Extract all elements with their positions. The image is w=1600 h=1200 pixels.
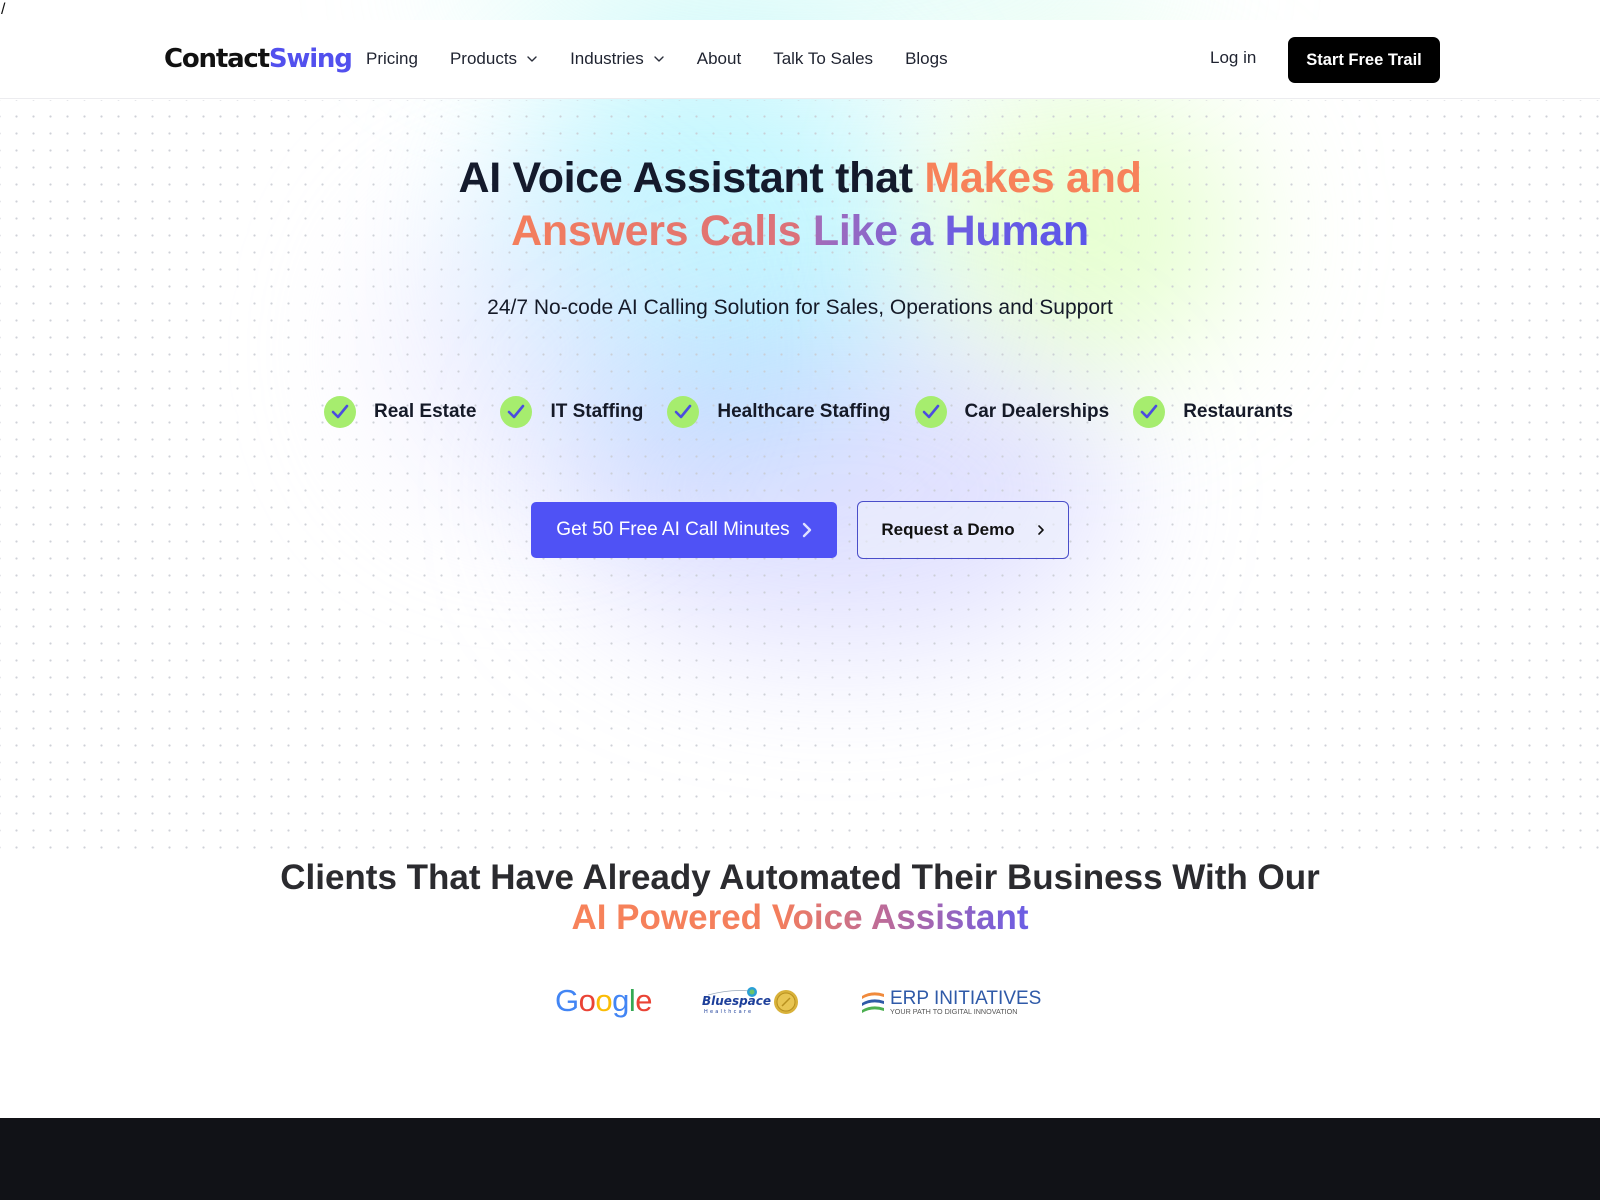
check-icon	[500, 396, 533, 428]
logo-letter: o	[595, 983, 613, 1018]
industry-item: Restaurants	[1133, 396, 1293, 428]
chevron-right-icon	[802, 522, 811, 538]
nav-label: Pricing	[366, 49, 418, 68]
login-link[interactable]: Log in	[1210, 48, 1256, 68]
button-label: Get 50 Free AI Call Minutes	[556, 519, 790, 540]
industries-list: Real Estate IT Staffing Healthcare Staff…	[324, 395, 1317, 429]
logo-part-contact: Contact	[164, 44, 270, 74]
dark-footer-section	[0, 1118, 1600, 1200]
industry-label: Restaurants	[1183, 401, 1294, 422]
main-nav: Pricing Products Industries About Talk T…	[366, 20, 980, 98]
nav-item-pricing[interactable]: Pricing	[366, 49, 418, 69]
industry-label: Car Dealerships	[964, 401, 1110, 422]
industry-label: Healthcare Staffing	[717, 401, 891, 422]
chevron-down-icon	[527, 56, 537, 62]
check-icon	[914, 396, 947, 428]
chevron-down-icon	[654, 56, 664, 62]
logo-part-swing: Swing	[268, 44, 353, 74]
check-icon	[667, 396, 700, 428]
site-header: ContactSwing Pricing Products Industries…	[0, 20, 1600, 99]
get-free-minutes-button[interactable]: Get 50 Free AI Call Minutes	[531, 502, 837, 558]
logo-letter: e	[635, 983, 653, 1018]
headline-part: AI Voice Assistant that	[458, 154, 925, 202]
nav-item-products[interactable]: Products	[450, 49, 538, 69]
client-logo-bluespace: Bluespace Healthcare	[700, 985, 802, 1019]
button-label: Request a Demo	[881, 520, 1015, 539]
start-free-trial-button[interactable]: Start Free Trail	[1288, 37, 1440, 83]
industry-label: IT Staffing	[550, 401, 644, 422]
request-demo-button[interactable]: Request a Demo	[857, 501, 1069, 559]
nav-item-blogs[interactable]: Blogs	[905, 49, 948, 69]
nav-item-industries[interactable]: Industries	[570, 49, 665, 69]
bluespace-logo-graphic: Bluespace Healthcare	[702, 987, 798, 1015]
contactswing-logo[interactable]: ContactSwing	[164, 44, 353, 74]
bluespace-subtext: Healthcare	[704, 1009, 753, 1015]
industry-item: IT Staffing	[500, 396, 643, 428]
check-icon	[324, 396, 356, 428]
check-icon	[1133, 396, 1166, 428]
logo-letter: g	[612, 983, 629, 1018]
industry-item: Car Dealerships	[914, 396, 1110, 428]
erp-subtext: YOUR PATH TO DIGITAL INNOVATION	[890, 1007, 1017, 1016]
headline-highlight: Like a Human	[812, 207, 1089, 255]
nav-item-talk-to-sales[interactable]: Talk To Sales	[773, 49, 873, 69]
headline-highlight: Makes and	[924, 154, 1142, 202]
erp-logo-graphic: ERP INITIATIVES YOUR PATH TO DIGITAL INN…	[862, 988, 1041, 1016]
bluespace-text: Bluespace	[702, 994, 771, 1008]
nav-label: About	[696, 49, 742, 68]
logo-letter: G	[555, 983, 579, 1018]
industry-item: Real Estate	[324, 396, 476, 428]
nav-item-about[interactable]: About	[697, 49, 741, 69]
erp-text: ERP INITIATIVES	[890, 988, 1041, 1009]
client-logo-google: Google	[555, 983, 653, 1019]
clients-subtitle: AI Powered Voice Assistant	[0, 898, 1600, 938]
industry-label: Real Estate	[374, 401, 477, 422]
headline-highlight: Answers Calls	[511, 207, 813, 255]
hero-subheadline: 24/7 No-code AI Calling Solution for Sal…	[487, 296, 1113, 319]
hero-headline: AI Voice Assistant that Makes and Answer…	[0, 152, 1600, 258]
industry-item: Healthcare Staffing	[667, 396, 891, 428]
nav-label: Industries	[570, 49, 644, 68]
nav-label: Products	[449, 49, 518, 68]
clients-title: Clients That Have Already Automated Thei…	[280, 858, 1320, 897]
client-logo-erp-initiatives: ERP INITIATIVES YOUR PATH TO DIGITAL INN…	[860, 988, 1042, 1020]
nav-label: Blogs	[905, 49, 948, 68]
chevron-right-icon	[1037, 525, 1044, 535]
nav-label: Talk To Sales	[773, 49, 874, 68]
logo-letter: o	[578, 983, 596, 1018]
clients-subtitle-text: AI Powered Voice Assistant	[571, 898, 1029, 937]
